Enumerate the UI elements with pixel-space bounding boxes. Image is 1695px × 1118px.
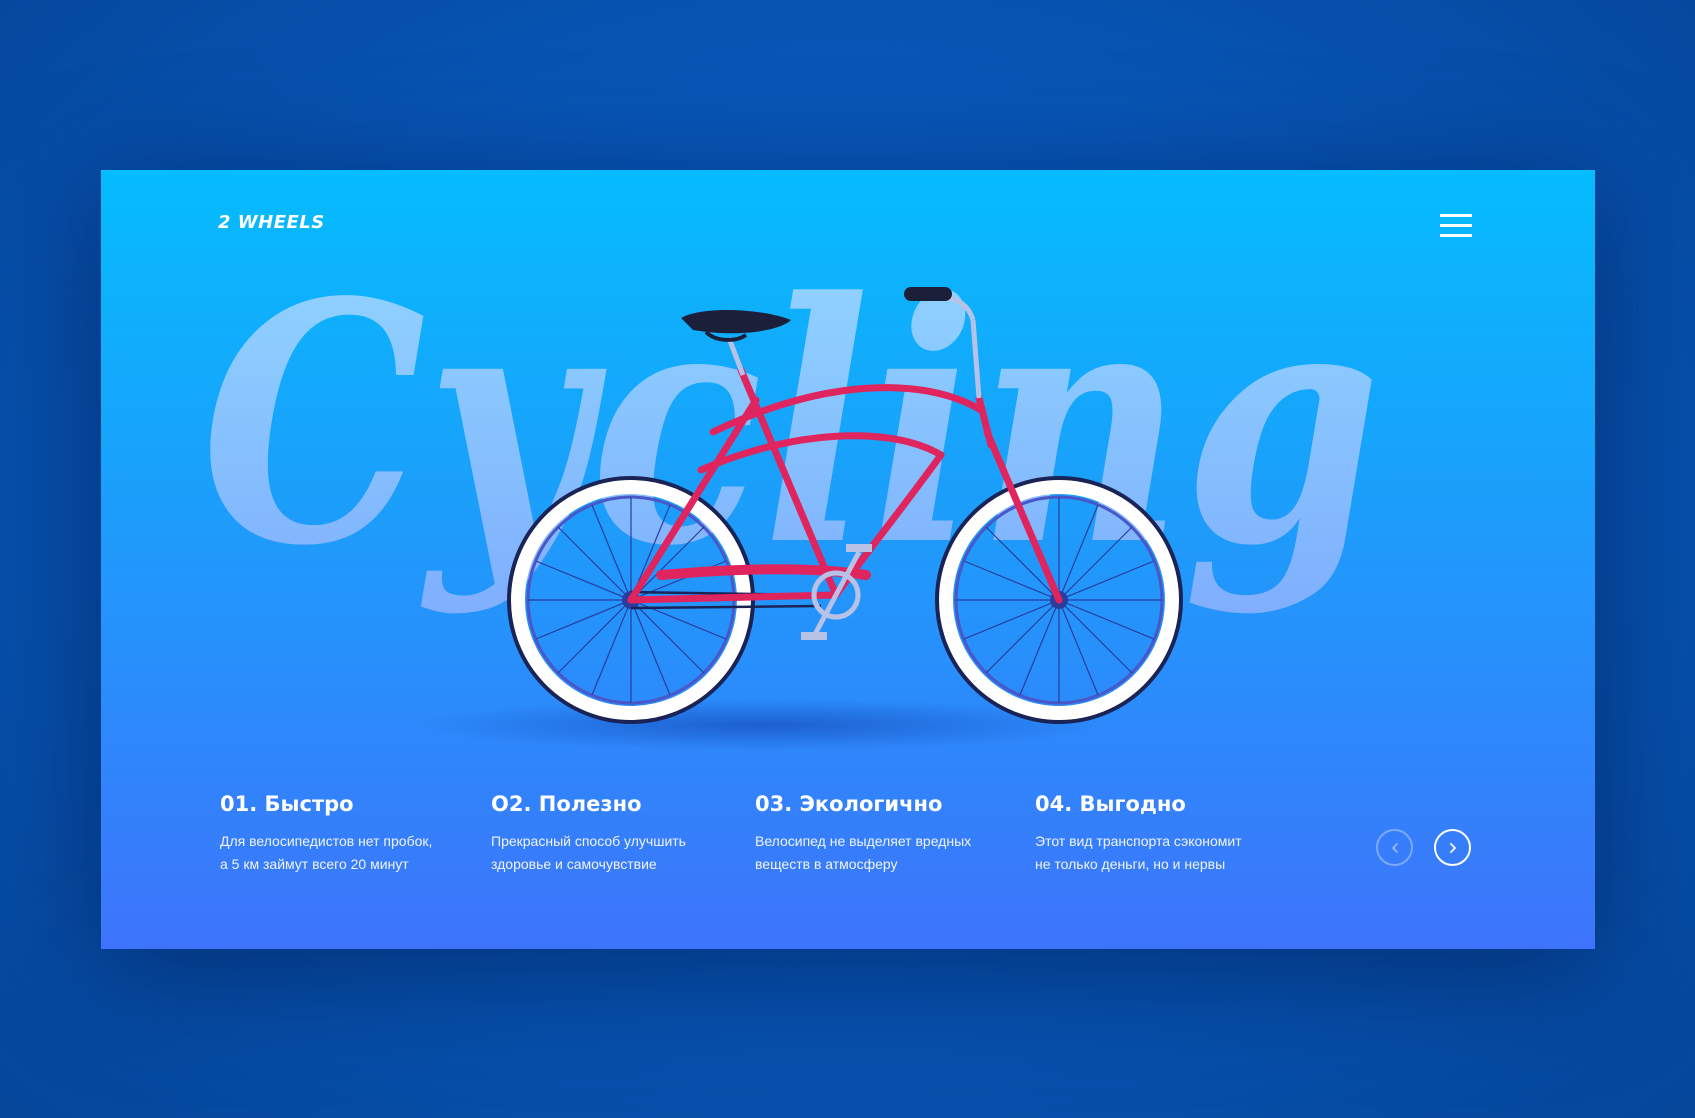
chevron-left-icon <box>1391 842 1398 853</box>
chevron-right-icon <box>1449 842 1456 853</box>
feature-description: Для велосипедистов нет пробок, а 5 км за… <box>220 833 433 872</box>
feature-title: 01. Быстро <box>220 792 354 816</box>
feature-item: 01. Быстро Для велосипедистов нет пробок… <box>220 792 470 876</box>
feature-description: Прекрасный способ улучшить здоровье и са… <box>491 833 686 872</box>
feature-item: 03. Экологично Велосипед не выделяет вре… <box>755 792 1005 876</box>
feature-title: O2. Полезно <box>491 792 642 816</box>
hero-card: 2 WHEELS Cycling 01. Быстро Для велосипе… <box>101 170 1595 949</box>
feature-description: Велосипед не выделяет вредных веществ в … <box>755 833 972 872</box>
feature-item: 04. Выгодно Этот вид транспорта сэкономи… <box>1035 792 1285 876</box>
next-slide-button[interactable] <box>1434 829 1471 866</box>
feature-item: O2. Полезно Прекрасный способ улучшить з… <box>491 792 741 876</box>
feature-title: 04. Выгодно <box>1035 792 1186 816</box>
bike-frame <box>627 366 1063 604</box>
bicycle-image <box>421 287 1183 751</box>
feature-title: 03. Экологично <box>755 792 943 816</box>
prev-slide-button[interactable] <box>1376 829 1413 866</box>
feature-description: Этот вид транспорта сэкономит не только … <box>1035 833 1242 872</box>
